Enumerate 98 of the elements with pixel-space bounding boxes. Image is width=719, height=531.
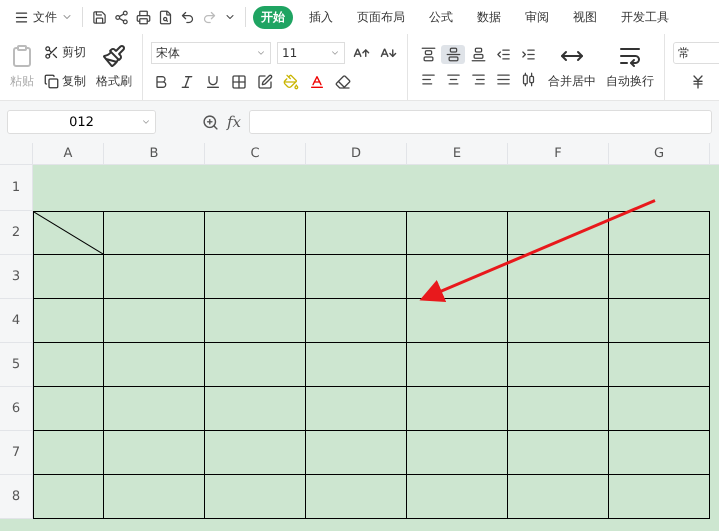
font-size-select[interactable]: 11 [277,42,345,64]
format-painter-button[interactable]: 格式刷 [94,42,134,92]
column-header[interactable]: G [609,143,710,165]
wrap-text-button[interactable]: 自动换行 [604,42,656,92]
sheet-cell[interactable] [33,211,104,255]
sheet-cell[interactable] [205,387,306,431]
sheet-cell[interactable] [205,475,306,519]
sheet-cell[interactable] [306,255,407,299]
row-header[interactable]: 1 [0,165,33,211]
copy-icon [44,74,59,89]
sheet-cell[interactable] [407,475,508,519]
sheet-cell[interactable] [609,211,710,255]
save-icon [92,10,107,24]
row-header[interactable]: 3 [0,255,33,299]
sheet-cell[interactable] [33,475,104,519]
sheet-cell[interactable] [508,255,609,299]
sheet-cell[interactable] [205,343,306,387]
column-header[interactable]: A [33,143,104,165]
sheet-cell[interactable] [306,343,407,387]
sheet-cell[interactable] [33,343,104,387]
sheet-cell[interactable] [609,475,710,519]
sheet-cell[interactable] [407,387,508,431]
sheet-cell[interactable] [508,343,609,387]
merge-center-button[interactable]: 合并居中 [546,42,598,92]
row-header[interactable]: 2 [0,211,33,255]
ribbon-tab[interactable]: 公式 [421,6,461,28]
align-middle-icon[interactable] [441,45,465,64]
sheet-cell[interactable] [407,343,508,387]
clipboard-icon [10,44,34,68]
sheet-cell[interactable] [508,431,609,475]
cut-button[interactable]: 剪切 [42,42,88,63]
ribbon-tab[interactable]: 插入 [301,6,341,28]
sheet-cell[interactable] [33,387,104,431]
sheet-cell[interactable] [407,211,508,255]
sheet-cell[interactable] [306,387,407,431]
sheet-cell[interactable] [508,387,609,431]
redo-icon [202,10,217,24]
sheet-cell[interactable] [33,431,104,475]
function-label[interactable]: fx [227,113,242,131]
paintbrush-icon [102,44,126,68]
column-header[interactable]: C [205,143,306,165]
number-format-select[interactable]: 常 [673,42,719,64]
row-header[interactable]: 5 [0,343,33,387]
sheet-cell[interactable] [609,343,710,387]
zoom-icon[interactable] [202,114,219,130]
ribbon-tab[interactable]: 审阅 [517,6,557,28]
ribbon-tab[interactable]: 视图 [565,6,605,28]
sheet-cell[interactable] [306,299,407,343]
preview-icon [158,10,173,24]
formula-field[interactable] [249,110,712,134]
sheet-cell[interactable] [508,475,609,519]
menu-icon [14,10,29,24]
column-header[interactable]: F [508,143,609,165]
sheet-cell[interactable] [104,431,205,475]
sheet-cell[interactable] [205,211,306,255]
diagonal-line [34,212,103,254]
ribbon-tab[interactable]: 开发工具 [613,6,677,28]
font-name-select[interactable]: 宋体 [151,42,271,64]
share-icon [114,10,129,24]
sheet-cell[interactable] [104,343,205,387]
sheet-cell[interactable] [104,211,205,255]
sheet-cell[interactable] [407,255,508,299]
column-header[interactable]: E [407,143,508,165]
undo-icon [180,10,195,24]
sheet-cell[interactable] [33,299,104,343]
sheet-cell[interactable] [205,299,306,343]
name-box[interactable]: 012 [7,110,156,134]
sheet-cell[interactable] [104,387,205,431]
column-header[interactable]: D [306,143,407,165]
sheet-cell[interactable] [104,475,205,519]
file-menu[interactable]: 文件 [12,6,75,28]
row-header[interactable]: 6 [0,387,33,431]
sheet-cell[interactable] [407,299,508,343]
sheet-cell[interactable] [306,475,407,519]
sheet-cell[interactable] [205,431,306,475]
row-header[interactable]: 7 [0,431,33,475]
sheet-cell[interactable] [609,255,710,299]
sheet-cell[interactable] [508,211,609,255]
sheet-cell[interactable] [33,255,104,299]
row-header[interactable]: 8 [0,475,33,519]
sheet-cell[interactable] [407,431,508,475]
sheet-cell[interactable] [104,255,205,299]
sheet-cell[interactable] [609,299,710,343]
row-header[interactable]: 4 [0,299,33,343]
ribbon-tab[interactable]: 数据 [469,6,509,28]
scissors-icon [44,45,59,60]
sheet-cell[interactable] [609,387,710,431]
sheet-cell[interactable] [508,299,609,343]
sheet-cell[interactable] [306,431,407,475]
sheet-cell[interactable] [306,211,407,255]
sheet-cell[interactable] [609,431,710,475]
column-header[interactable]: B [104,143,205,165]
print-icon [136,10,151,24]
sheet-cell[interactable] [205,255,306,299]
copy-button[interactable]: 复制 [42,71,88,92]
sheet-cell[interactable] [104,299,205,343]
print-button[interactable] [134,8,153,26]
ribbon-tab[interactable]: 页面布局 [349,6,413,28]
